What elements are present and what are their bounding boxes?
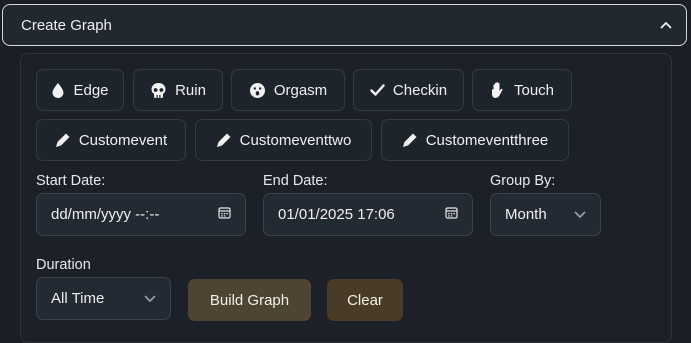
start-date-input[interactable]: dd/mm/yyyy --:-- bbox=[36, 193, 246, 236]
chevron-down-icon bbox=[144, 290, 156, 307]
duration-label: Duration bbox=[36, 257, 91, 273]
event-chip-label: Customeventtwo bbox=[239, 131, 352, 149]
group-by-label: Group By: bbox=[490, 173, 556, 189]
event-chip-customeventthree[interactable]: Customeventthree bbox=[381, 119, 569, 161]
event-chip-touch[interactable]: Touch bbox=[472, 69, 572, 111]
event-chip-label: Customeventthree bbox=[425, 131, 549, 149]
end-date-value: 01/01/2025 17:06 bbox=[278, 206, 395, 223]
droplet-icon bbox=[51, 82, 65, 98]
event-chip-orgasm[interactable]: Orgasm bbox=[231, 69, 345, 111]
duration-select[interactable]: All Time bbox=[36, 277, 171, 320]
hand-icon bbox=[490, 81, 506, 99]
skull-icon bbox=[150, 82, 167, 99]
event-chip-ruin[interactable]: Ruin bbox=[133, 69, 223, 111]
chevron-up-icon[interactable] bbox=[660, 19, 672, 31]
end-date-label: End Date: bbox=[263, 173, 328, 189]
pen-icon bbox=[55, 132, 71, 148]
event-chip-label: Customevent bbox=[78, 131, 168, 149]
calendar-icon[interactable] bbox=[445, 206, 458, 223]
event-chip-customeventtwo[interactable]: Customeventtwo bbox=[195, 119, 372, 161]
group-by-value: Month bbox=[505, 206, 547, 223]
start-date-label: Start Date: bbox=[36, 173, 106, 189]
event-chip-edge[interactable]: Edge bbox=[36, 69, 124, 111]
event-chip-label: Edge bbox=[73, 81, 109, 99]
surprised-face-icon bbox=[249, 82, 266, 99]
create-graph-header[interactable]: Create Graph bbox=[2, 4, 687, 46]
clear-button[interactable]: Clear bbox=[327, 279, 403, 321]
pen-icon bbox=[402, 132, 418, 148]
duration-value: All Time bbox=[51, 290, 105, 307]
checkmark-icon bbox=[370, 84, 385, 96]
chevron-down-icon bbox=[574, 206, 586, 223]
header-title: Create Graph bbox=[21, 16, 112, 34]
calendar-icon[interactable] bbox=[218, 206, 231, 223]
event-chip-label: Orgasm bbox=[273, 81, 328, 99]
event-chip-checkin[interactable]: Checkin bbox=[353, 69, 464, 111]
start-date-value: dd/mm/yyyy --:-- bbox=[51, 206, 160, 223]
end-date-input[interactable]: 01/01/2025 17:06 bbox=[263, 193, 473, 236]
build-graph-button[interactable]: Build Graph bbox=[188, 279, 311, 321]
event-chip-label: Ruin bbox=[175, 81, 206, 99]
pen-icon bbox=[216, 132, 232, 148]
event-chip-customevent[interactable]: Customevent bbox=[36, 119, 186, 161]
group-by-select[interactable]: Month bbox=[490, 193, 601, 236]
event-chip-label: Checkin bbox=[392, 81, 448, 99]
event-chip-label: Touch bbox=[513, 81, 555, 99]
